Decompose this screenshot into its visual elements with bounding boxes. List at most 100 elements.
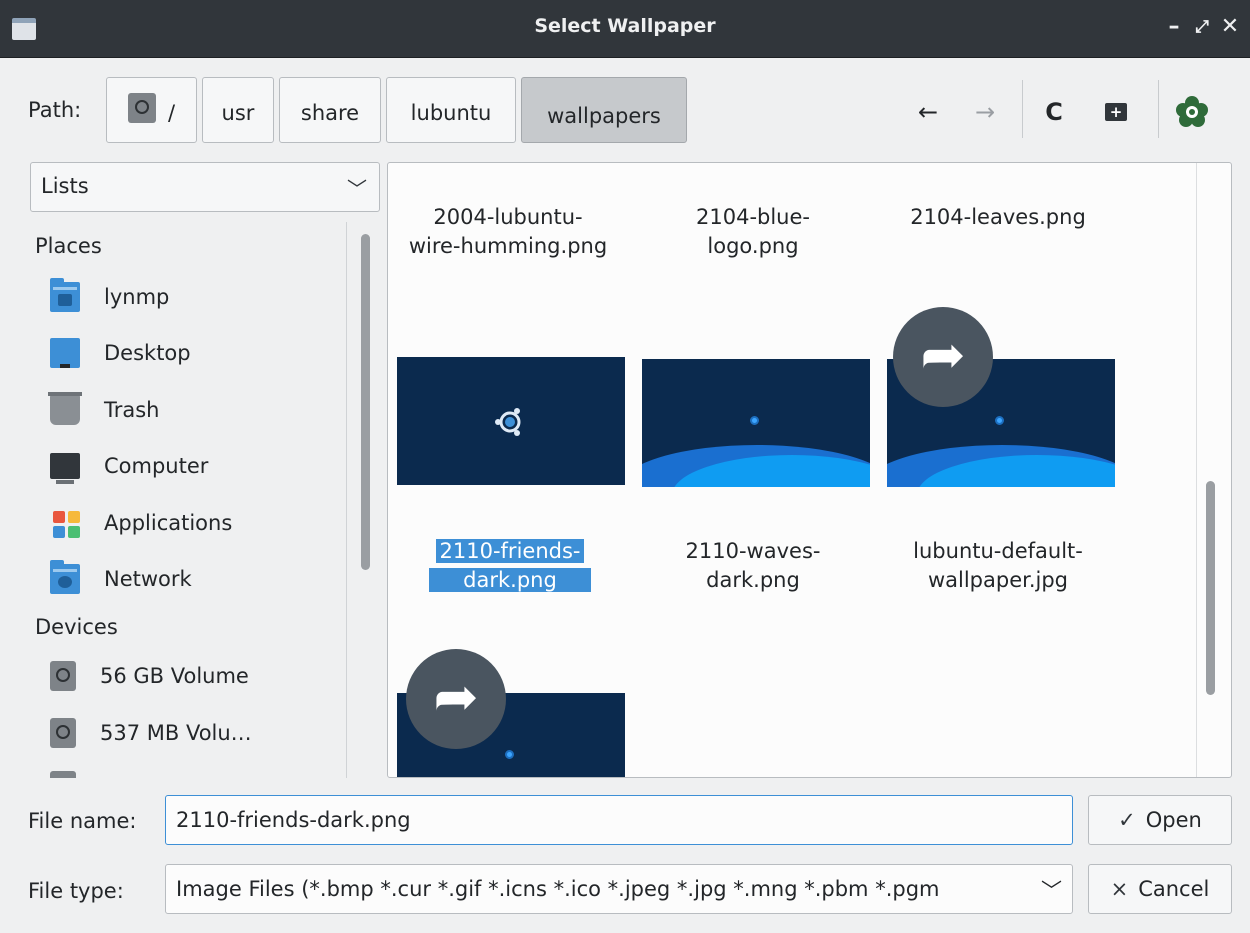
file-item-label-selected[interactable]: 2110-friends- dark.png [390, 537, 630, 595]
applications-icon [50, 508, 80, 538]
forward-button[interactable]: → [965, 92, 1005, 132]
close-button[interactable]: ✕ [1220, 14, 1240, 40]
network-folder-icon [50, 560, 80, 594]
crumb-label: lubuntu [410, 101, 492, 125]
symlink-arrow-icon [893, 307, 993, 407]
gear-icon [1176, 96, 1208, 127]
file-label-line: 2104-blue- [696, 205, 810, 229]
sidebar-item-computer[interactable]: Computer [50, 446, 208, 486]
sidebar-item-network[interactable]: Network [50, 559, 192, 599]
chevron-down-icon: ﹀ [1035, 875, 1062, 905]
sidebar-item-applications[interactable]: Applications [50, 503, 232, 543]
sidebar-item-label: Network [104, 567, 192, 591]
back-button[interactable]: ← [908, 92, 948, 132]
arrow-right-icon: → [974, 98, 996, 126]
symlink-arrow-icon [406, 649, 506, 749]
sidebar-item-desktop[interactable]: Desktop [50, 333, 191, 373]
crumb-root[interactable]: / [106, 77, 197, 143]
new-folder-button[interactable]: + [1096, 92, 1136, 132]
computer-icon [50, 453, 80, 484]
file-label-line: lubuntu-default- [913, 539, 1083, 563]
file-label-line: 2110-waves- [685, 539, 821, 563]
checkmark-icon: ✓ [1118, 808, 1136, 832]
toolbar-separator [1158, 80, 1159, 138]
file-view-scroll-track [1196, 163, 1197, 777]
sidebar-item-home[interactable]: lynmp [50, 277, 169, 317]
file-item-label[interactable]: 2110-waves- dark.png [633, 537, 873, 595]
file-item-label[interactable]: lubuntu-default- wallpaper.jpg [878, 537, 1118, 595]
drive-icon [50, 661, 76, 691]
drive-icon [50, 771, 76, 778]
maximize-button[interactable]: ⤢ [1192, 14, 1212, 40]
window-title: Select Wallpaper [534, 15, 716, 37]
sidebar-item-device[interactable]: 56 GB Volume [50, 656, 249, 696]
sidebar-item-label: Desktop [104, 341, 191, 365]
file-thumbnail[interactable] [397, 357, 625, 485]
trash-icon [48, 392, 82, 425]
settings-button[interactable] [1172, 92, 1212, 132]
file-item-label[interactable]: 2104-blue- logo.png [633, 203, 873, 261]
drive-icon [127, 93, 156, 123]
file-thumbnail[interactable] [642, 359, 870, 487]
crumb-wallpapers[interactable]: wallpapers [521, 77, 687, 143]
devices-header: Devices [35, 615, 118, 639]
crumb-label: share [300, 101, 360, 125]
sidebar-item-label: 537 MB Volu… [100, 721, 252, 745]
sidebar-item-label: 56 GB Volume [100, 664, 249, 688]
file-item-label[interactable]: 2004-lubuntu- wire-humming.png [388, 203, 628, 261]
file-type-value: Image Files (*.bmp *.cur *.gif *.icns *.… [176, 877, 940, 901]
sidebar-scroll-track [346, 222, 347, 778]
reload-button[interactable]: C [1034, 92, 1074, 132]
arrow-left-icon: ← [917, 98, 939, 126]
file-name-input[interactable]: 2110-friends-dark.png [165, 795, 1073, 845]
close-icon: × [1110, 877, 1129, 901]
crumb-lubuntu[interactable]: lubuntu [386, 77, 516, 143]
sidebar-mode-select[interactable]: Lists ﹀ [30, 162, 380, 212]
new-folder-icon: + [1105, 103, 1127, 121]
file-label-line: wallpaper.jpg [927, 568, 1069, 592]
crumb-label: usr [221, 101, 255, 125]
logo-dot [505, 750, 514, 759]
open-button-label: Open [1145, 808, 1202, 832]
sidebar-item-label: Computer [104, 454, 209, 478]
sidebar-item-trash[interactable]: Trash [48, 390, 160, 430]
file-view-scrollbar[interactable] [1206, 481, 1215, 695]
crumb-label: wallpapers [547, 104, 661, 128]
reload-icon: C [1045, 98, 1063, 126]
crumb-share[interactable]: share [279, 77, 381, 143]
file-label-line: dark.png [706, 568, 800, 592]
file-label-line: dark.png [429, 568, 591, 592]
sidebar-item-device[interactable]: 537 MB Volu… [50, 713, 252, 753]
crumb-label: / [167, 101, 176, 125]
file-item-label[interactable]: 2104-leaves.png [878, 203, 1118, 232]
path-label: Path: [28, 98, 82, 122]
minimize-button[interactable]: – [1164, 14, 1184, 40]
title-bar[interactable]: Select Wallpaper – ⤢ ✕ [0, 0, 1250, 58]
chevron-down-icon: ﹀ [347, 177, 367, 201]
logo-dot [995, 416, 1004, 425]
open-button[interactable]: ✓ Open [1088, 795, 1232, 845]
logo-dot [750, 416, 759, 425]
crumb-usr[interactable]: usr [202, 77, 274, 143]
file-label-line: logo.png [707, 234, 799, 258]
lubuntu-logo-icon [495, 408, 521, 436]
sidebar-item-label: Applications [104, 511, 233, 535]
cancel-button[interactable]: × Cancel [1088, 864, 1232, 914]
sidebar-item-label: Trash [104, 398, 160, 422]
file-name-label: File name: [28, 809, 137, 833]
file-type-select[interactable]: Image Files (*.bmp *.cur *.gif *.icns *.… [165, 864, 1073, 914]
drive-icon [50, 718, 76, 748]
toolbar-separator [1022, 80, 1023, 138]
file-label-line: 2004-lubuntu- [433, 205, 583, 229]
file-view[interactable]: 2004-lubuntu- wire-humming.png 2104-blue… [387, 162, 1232, 778]
sidebar-mode-value: Lists [41, 174, 89, 198]
home-folder-icon [50, 278, 80, 312]
file-label-line: 2104-leaves.png [910, 205, 1086, 229]
sidebar: Places lynmp Desktop Trash Computer Appl… [30, 222, 380, 778]
sidebar-scrollbar[interactable] [361, 234, 370, 570]
cancel-button-label: Cancel [1138, 877, 1210, 901]
file-label-line: 2110-friends- [435, 539, 585, 563]
sidebar-item-device-partial[interactable] [50, 766, 100, 778]
desktop-icon [50, 338, 80, 368]
places-header: Places [35, 234, 102, 258]
